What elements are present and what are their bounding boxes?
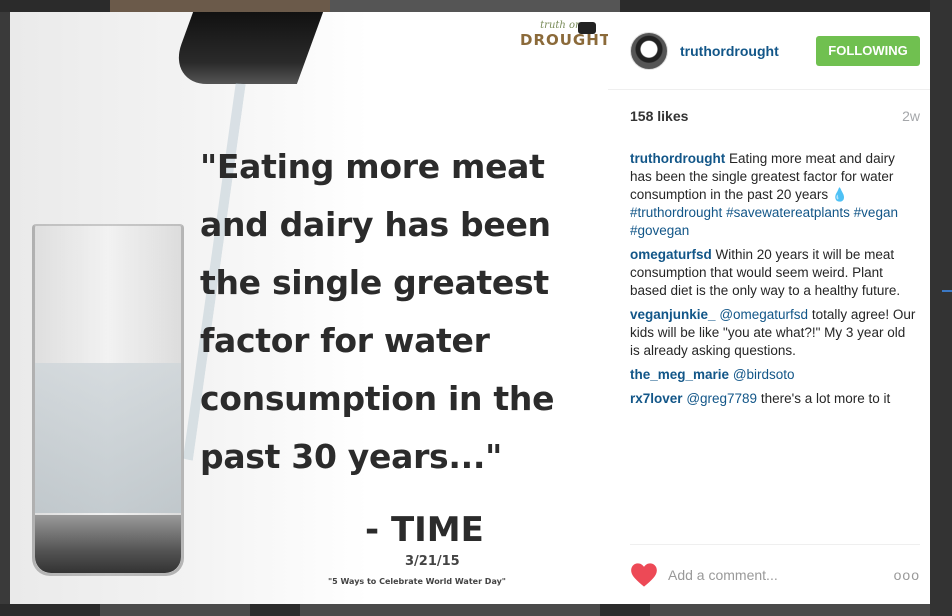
background-thumbnail	[330, 0, 620, 12]
comment-text: there's a lot more to it	[760, 391, 891, 406]
background-thumbnail	[650, 604, 930, 616]
hashtag[interactable]: #vegan	[854, 205, 898, 220]
background-thumbnail	[100, 604, 250, 616]
comment-item: veganjunkie_ @omegaturfsd totally agree!…	[630, 306, 918, 360]
cow-icon	[578, 22, 596, 34]
background-accent	[942, 290, 952, 292]
comment-item: rx7lover @greg7789 there's a lot more to…	[630, 390, 918, 408]
username-link[interactable]: truthordrought	[680, 43, 816, 59]
likes-count[interactable]: 158 likes	[630, 108, 688, 124]
post-header: truthordrought FOLLOWING	[608, 12, 930, 90]
comment-mention[interactable]: @birdsoto	[733, 367, 795, 382]
post-stats: 158 likes 2w	[608, 96, 930, 136]
water-graphic	[35, 363, 181, 513]
caption: truthordrought Eating more meat and dair…	[630, 150, 918, 240]
comment-item: omegaturfsd Within 20 years it will be m…	[630, 246, 918, 300]
photo-attribution: - TIME	[365, 510, 484, 550]
backdrop-right	[930, 0, 952, 616]
heart-icon[interactable]	[630, 562, 658, 588]
post-side-panel: truthordrought FOLLOWING 158 likes 2w tr…	[608, 12, 930, 604]
following-button[interactable]: FOLLOWING	[816, 35, 920, 66]
glass-graphic	[32, 224, 184, 576]
hashtag[interactable]: #govegan	[630, 223, 689, 238]
comment-username[interactable]: veganjunkie_	[630, 307, 716, 322]
photo-logo: truth or DROUGHT	[520, 20, 608, 60]
bottle-graphic	[166, 12, 324, 84]
post-modal: truth or DROUGHT "Eating more meat and d…	[10, 12, 930, 604]
droplet-icon: 💧	[831, 187, 849, 202]
post-footer: ooo	[630, 544, 920, 604]
hashtag[interactable]: #truthordrought	[630, 205, 722, 220]
post-age[interactable]: 2w	[902, 108, 920, 124]
add-comment-input[interactable]	[668, 566, 892, 583]
photo-article-title: "5 Ways to Celebrate World Water Day"	[328, 577, 506, 586]
background-thumbnail	[300, 604, 600, 616]
photo-quote: "Eating more meat and dairy has been the…	[200, 147, 555, 476]
post-photo: truth or DROUGHT "Eating more meat and d…	[10, 12, 608, 604]
background-thumbnail	[110, 0, 330, 12]
more-options-icon[interactable]: ooo	[892, 567, 920, 583]
comment-username[interactable]: omegaturfsd	[630, 247, 712, 262]
glass-base-graphic	[35, 515, 181, 573]
comments-list: truthordrought Eating more meat and dair…	[608, 136, 930, 408]
avatar[interactable]	[630, 31, 668, 70]
comment-mention[interactable]: @omegaturfsd	[719, 307, 808, 322]
comment-item: the_meg_marie @birdsoto	[630, 366, 918, 384]
comment-username[interactable]: rx7lover	[630, 391, 683, 406]
comment-username[interactable]: the_meg_marie	[630, 367, 729, 382]
comment-mention[interactable]: @greg7789	[686, 391, 757, 406]
hashtag[interactable]: #savewatereatplants	[726, 205, 850, 220]
caption-username[interactable]: truthordrought	[630, 151, 725, 166]
photo-date: 3/21/15	[405, 554, 460, 569]
